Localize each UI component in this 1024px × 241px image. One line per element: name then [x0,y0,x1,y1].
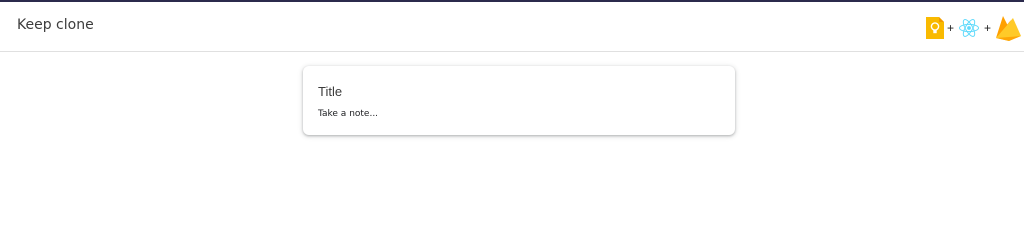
google-keep-icon [925,17,944,39]
react-icon [958,17,980,39]
note-body-input[interactable]: Take a note... [318,109,378,119]
plus-sign: + [946,21,954,35]
firebase-icon [994,14,1022,42]
plus-sign: + [983,21,991,35]
take-note-card[interactable]: Title Take a note... [303,66,735,135]
app-title: Keep clone [17,17,94,33]
app-header: Keep clone + + [0,2,1024,52]
tech-logos: + + [925,12,1022,44]
note-title-input[interactable]: Title [318,84,342,99]
